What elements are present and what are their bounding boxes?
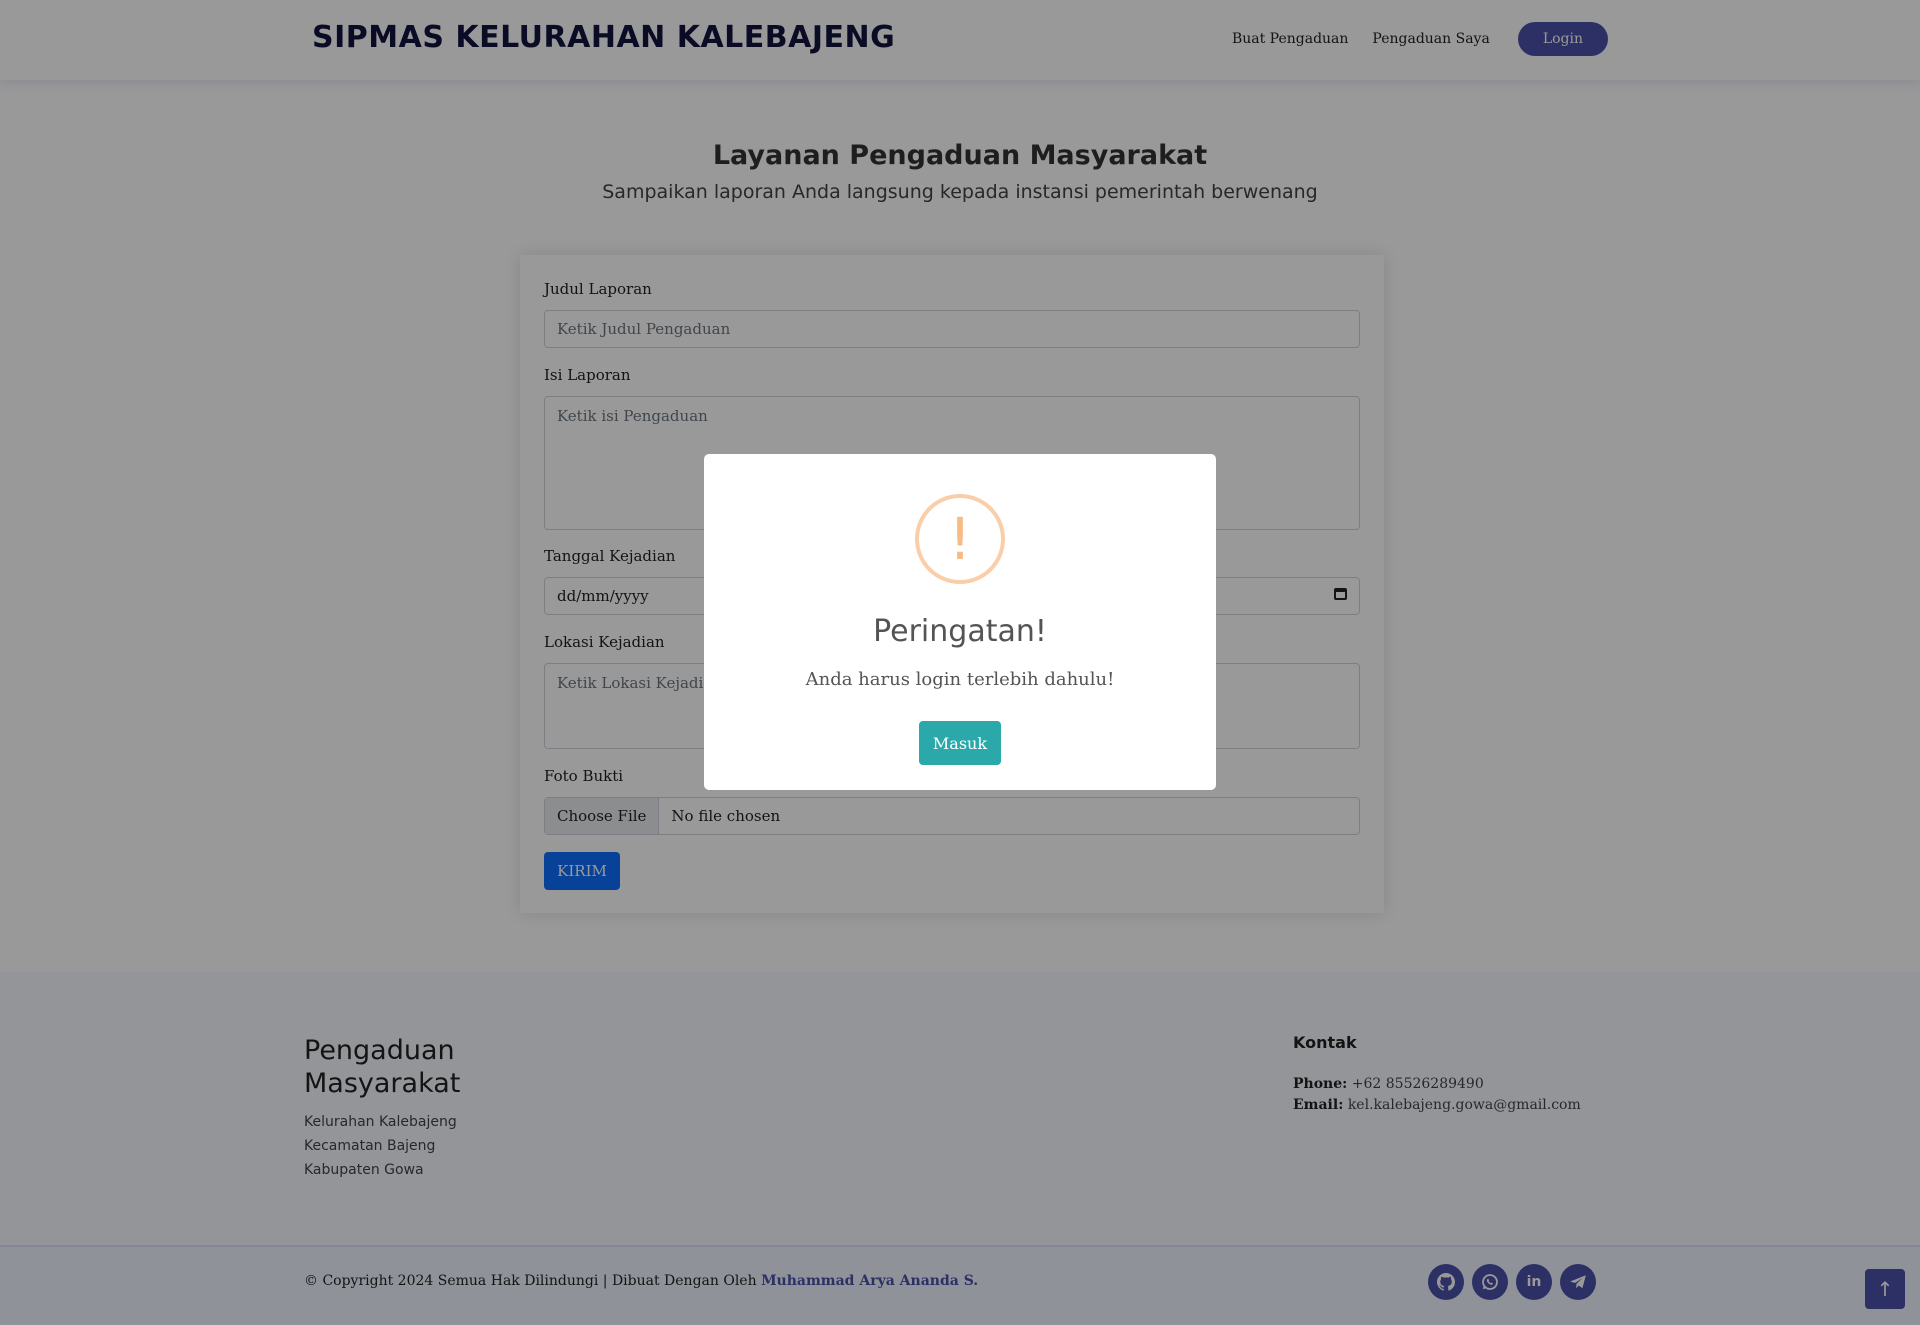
- modal-title: Peringatan!: [873, 614, 1047, 649]
- masuk-button[interactable]: Masuk: [919, 721, 1001, 765]
- warning-icon: !: [915, 494, 1005, 584]
- modal-message: Anda harus login terlebih dahulu!: [805, 669, 1115, 690]
- warning-modal: ! Peringatan! Anda harus login terlebih …: [704, 454, 1216, 790]
